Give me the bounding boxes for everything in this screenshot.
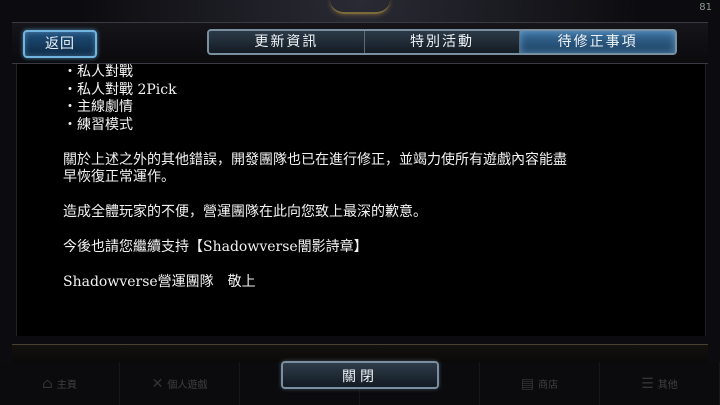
back-button[interactable]: 返回 — [23, 30, 97, 58]
notice-line — [63, 257, 673, 275]
status-indicator: 81 — [699, 2, 712, 13]
notice-line — [63, 222, 673, 240]
top-ornament — [330, 0, 390, 14]
notice-line: 造成全體玩家的不便，營運團隊在此向您致上最深的歉意。 — [63, 204, 427, 220]
shop-icon: ▤ — [520, 375, 535, 392]
notice-text: ・私人對戰 ・私人對戰 2Pick ・主線劇情 ・練習模式 關於上述之外的其他錯… — [63, 64, 673, 292]
swords-icon: ✕ — [151, 375, 164, 392]
notice-line — [63, 134, 673, 152]
nav-item-shop[interactable]: ▤ 商店 — [480, 362, 600, 405]
notice-line: ・練習模式 — [63, 116, 133, 133]
nav-item-home[interactable]: ⌂ 主頁 — [0, 362, 120, 405]
nav-label: 主頁 — [56, 380, 77, 391]
nav-item-solo[interactable]: ✕ 個人遊戲 — [120, 362, 240, 405]
notice-line: ・主線劇情 — [63, 99, 133, 115]
nav-label: 其他 — [657, 380, 678, 391]
home-icon: ⌂ — [42, 375, 53, 392]
tab-known-issues[interactable]: 待修正事項 — [520, 31, 676, 53]
other-icon: ☰ — [641, 375, 654, 392]
notice-line: Shadowverse營運團隊 敬上 — [63, 274, 256, 290]
nav-label: 個人遊戲 — [167, 380, 208, 391]
notice-line — [63, 187, 673, 205]
notice-line: ・私人對戰 2Pick — [63, 81, 177, 98]
tab-bar: 更新資訊 特別活動 待修正事項 — [207, 29, 677, 55]
notice-line: ・私人對戰 — [63, 64, 133, 80]
notice-line: 早恢復正常運作。 — [63, 169, 175, 185]
tab-update-info[interactable]: 更新資訊 — [209, 31, 365, 53]
nav-label: 商店 — [538, 380, 559, 391]
close-button[interactable]: 關閉 — [281, 361, 439, 389]
notice-line: 今後也請您繼續支持【Shadowverse闇影詩章】 — [63, 239, 368, 255]
notice-line: 關於上述之外的其他錯誤，開發團隊也已在進行修正，並竭力使所有遊戲內容能盡 — [63, 151, 567, 168]
tab-special-events[interactable]: 特別活動 — [365, 31, 521, 53]
content-panel[interactable]: ・私人對戰 ・私人對戰 2Pick ・主線劇情 ・練習模式 關於上述之外的其他錯… — [16, 64, 706, 336]
nav-item-other[interactable]: ☰ 其他 — [600, 362, 720, 405]
